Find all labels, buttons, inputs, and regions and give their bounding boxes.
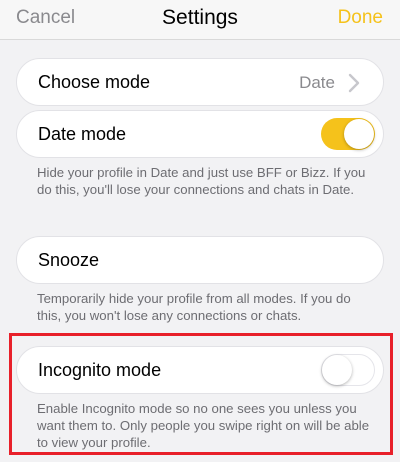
choose-mode-label: Choose mode bbox=[38, 72, 151, 92]
highlight-box bbox=[9, 333, 393, 455]
snooze-description: Temporarily hide your profile from all m… bbox=[37, 291, 351, 323]
choose-mode-row[interactable]: Choose mode Date bbox=[16, 58, 384, 106]
date-mode-toggle[interactable] bbox=[321, 118, 375, 150]
choose-mode-value: Date bbox=[299, 73, 335, 92]
toggle-knob bbox=[344, 119, 374, 149]
date-mode-description: Hide your profile in Date and just use B… bbox=[37, 165, 366, 197]
date-mode-row: Date mode bbox=[16, 110, 384, 158]
navigation-bar: Cancel Settings Done bbox=[0, 0, 400, 40]
snooze-row[interactable]: Snooze bbox=[16, 236, 384, 284]
date-mode-label: Date mode bbox=[38, 124, 127, 144]
snooze-label: Snooze bbox=[38, 250, 100, 270]
done-button[interactable]: Done bbox=[338, 7, 383, 29]
chevron-right-icon bbox=[348, 73, 360, 93]
